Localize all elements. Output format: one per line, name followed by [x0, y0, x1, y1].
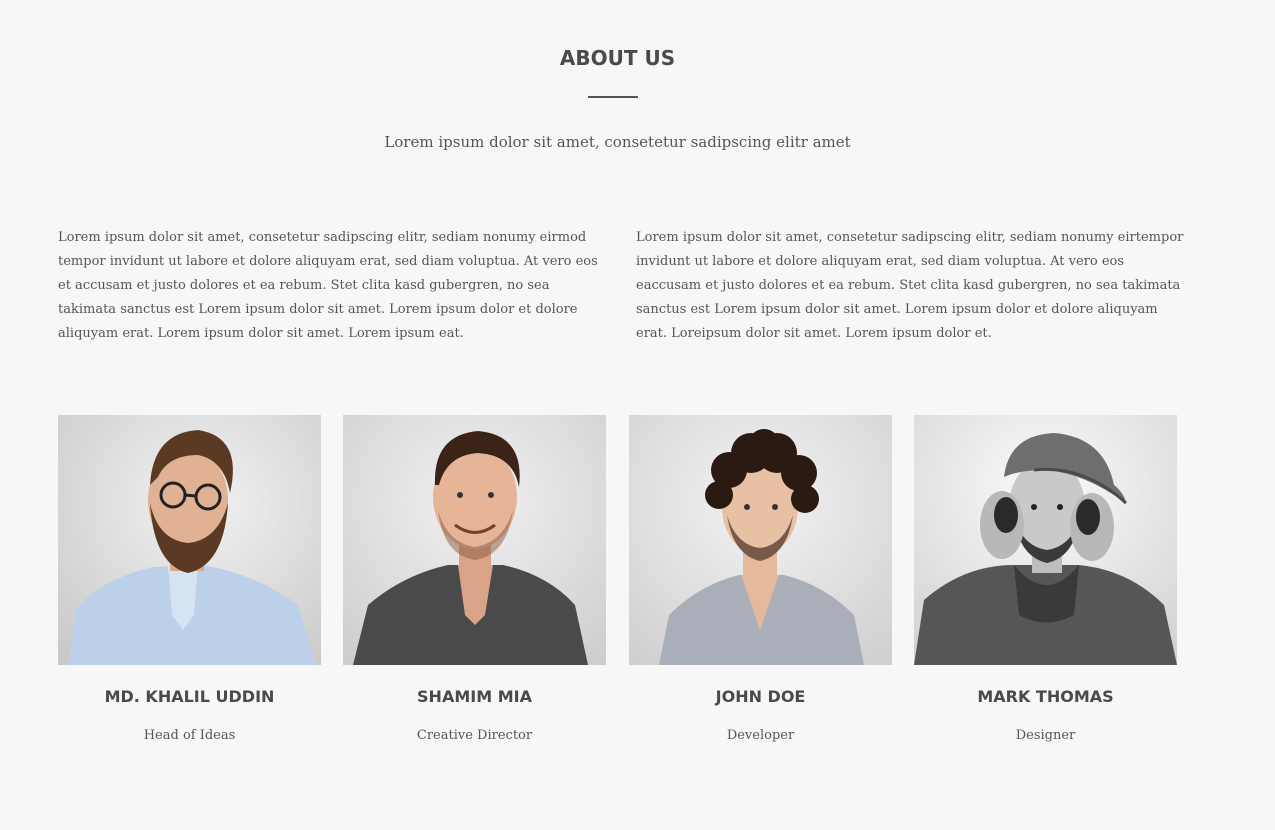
team-member-photo — [58, 415, 321, 665]
team-member-name: JOHN DOE — [715, 687, 806, 706]
portrait-photo-glasses-beard — [58, 415, 321, 665]
team-member-card: SHAMIM MIA Creative Director — [343, 415, 606, 743]
title-divider — [588, 96, 638, 98]
team-member-role: Developer — [726, 728, 795, 743]
portrait-photo-curly-hair — [629, 415, 892, 665]
team-grid: MD. KHALIL UDDIN Head of Ideas SHAMIM MI… — [58, 415, 1177, 755]
portrait-photo-smiling — [343, 415, 606, 665]
team-member-card: MARK THOMAS Designer — [914, 415, 1177, 743]
about-paragraph-left: Lorem ipsum dolor sit amet, consetetur s… — [58, 230, 598, 341]
team-member-photo — [343, 415, 606, 665]
about-paragraph-right: Lorem ipsum dolor sit amet, consetetur s… — [636, 230, 1184, 341]
team-member-photo — [914, 415, 1177, 665]
section-title: ABOUT US — [559, 46, 676, 70]
team-member-name: MARK THOMAS — [977, 687, 1114, 706]
team-member-photo — [629, 415, 892, 665]
team-member-card: JOHN DOE Developer — [629, 415, 892, 743]
team-member-name: SHAMIM MIA — [417, 687, 532, 706]
team-member-card: MD. KHALIL UDDIN Head of Ideas — [58, 415, 321, 743]
team-member-role: Creative Director — [416, 728, 533, 743]
team-member-name: MD. KHALIL UDDIN — [104, 687, 275, 706]
team-member-role: Head of Ideas — [143, 728, 236, 743]
section-subtitle: Lorem ipsum dolor sit amet, consetetur s… — [384, 133, 851, 151]
team-member-role: Designer — [1015, 728, 1076, 743]
portrait-photo-cap-headphones — [914, 415, 1177, 665]
